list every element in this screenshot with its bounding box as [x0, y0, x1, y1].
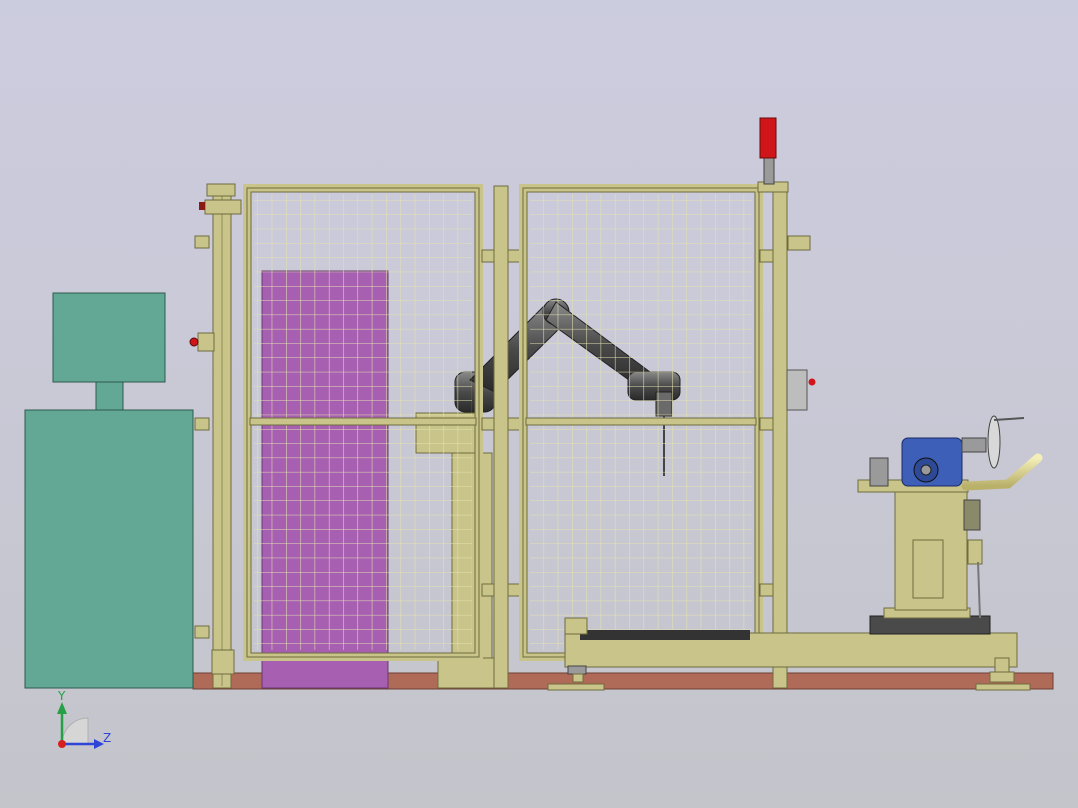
axis-y-label: Y — [57, 689, 66, 703]
cabinet-body — [24, 409, 194, 689]
fence-door-left — [243, 184, 483, 661]
cad-viewport[interactable]: Y Z — [0, 0, 1078, 808]
handwheel-icon — [987, 415, 1025, 469]
fence-post-right — [757, 117, 816, 689]
cad-assembly-view: Y Z — [24, 117, 1054, 749]
emergency-stop-icon — [189, 337, 199, 347]
welding-positioner — [857, 415, 1043, 635]
fence-post-left — [189, 183, 242, 689]
signal-beacon — [759, 117, 777, 159]
cabinet-monitor-stand — [95, 381, 124, 412]
axis-triad: Y Z — [57, 689, 111, 749]
cabinet-monitor — [52, 292, 166, 383]
control-cabinet — [24, 292, 194, 689]
fence-door-right — [519, 184, 763, 661]
axis-z-label: Z — [103, 731, 111, 745]
